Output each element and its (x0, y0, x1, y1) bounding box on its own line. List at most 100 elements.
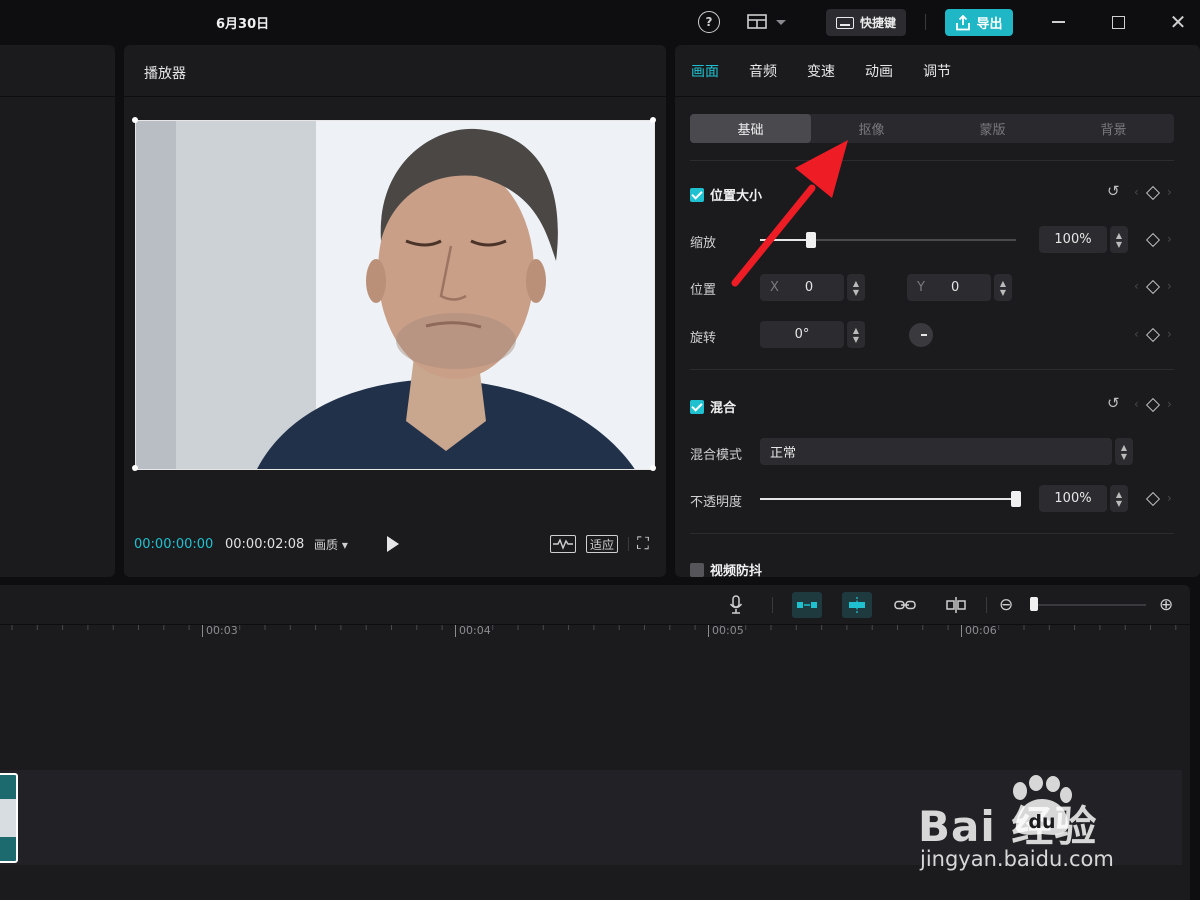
ruler-label: 00:04 (455, 625, 491, 637)
waveform-icon[interactable] (550, 535, 576, 553)
ruler-label: 00:05 (708, 625, 744, 637)
step-down-icon[interactable]: ▼ (1000, 288, 1006, 297)
position-x-stepper[interactable]: ▲ ▼ (847, 274, 865, 301)
zoom-slider[interactable] (1032, 604, 1146, 606)
zoom-slider-handle[interactable] (1030, 597, 1038, 611)
blend-section[interactable]: 混合 (690, 397, 736, 416)
position-size-section[interactable]: 位置大小 (690, 185, 762, 204)
subtab-mask[interactable]: 蒙版 (932, 114, 1053, 143)
blend-mode-select[interactable]: 正常 (760, 438, 1112, 465)
opacity-input[interactable]: 100% (1039, 485, 1107, 512)
blend-mode-stepper[interactable]: ▲ ▼ (1115, 438, 1133, 465)
reset-icon[interactable]: ↺ (1107, 182, 1120, 200)
crop-handle[interactable] (650, 117, 656, 123)
maximize-button[interactable] (1106, 10, 1130, 34)
keyframe-icon[interactable] (1145, 279, 1161, 295)
tab-animation[interactable]: 动画 (865, 61, 893, 81)
position-size-checkbox[interactable] (690, 187, 704, 202)
ruler-label: 00:03 (202, 625, 238, 637)
next-keyframe-icon[interactable]: › (1167, 397, 1172, 411)
next-keyframe-icon[interactable]: › (1167, 232, 1172, 246)
step-down-icon[interactable]: ▼ (853, 288, 859, 297)
stabilize-checkbox[interactable] (690, 562, 704, 577)
keyframe-icon[interactable] (1145, 491, 1161, 507)
timeline-ruler[interactable]: 00:03 00:04 00:05 00:06 (0, 625, 1190, 641)
ruler-label: 00:06 (961, 625, 997, 637)
rotate-stepper[interactable]: ▲ ▼ (847, 321, 865, 348)
step-up-icon[interactable]: ▲ (853, 279, 859, 288)
help-icon[interactable]: ? (698, 11, 720, 33)
crop-handle[interactable] (650, 465, 656, 471)
step-up-icon[interactable]: ▲ (853, 326, 859, 335)
rotate-dial[interactable] (909, 323, 933, 347)
close-icon[interactable]: ✕ (1166, 10, 1190, 34)
prev-keyframe-icon[interactable]: ‹ (1134, 397, 1139, 411)
reset-icon[interactable]: ↺ (1107, 394, 1120, 412)
video-clip[interactable] (0, 773, 18, 863)
export-icon (956, 14, 971, 30)
play-icon[interactable] (387, 536, 399, 552)
microphone-icon[interactable] (726, 592, 746, 618)
section-divider (690, 160, 1174, 161)
next-keyframe-icon[interactable]: › (1167, 185, 1172, 199)
scale-slider-fill (760, 239, 812, 241)
fullscreen-icon[interactable]: ⛶ (637, 534, 649, 554)
export-button[interactable]: 导出 (945, 9, 1013, 36)
blend-checkbox[interactable] (690, 399, 704, 414)
video-preview[interactable] (135, 120, 655, 470)
scale-slider-handle[interactable] (806, 232, 817, 248)
step-down-icon[interactable]: ▼ (1116, 240, 1122, 249)
prev-keyframe-icon[interactable]: ‹ (1134, 327, 1139, 341)
y-label: Y (917, 280, 925, 295)
position-x-input[interactable]: X 0 (760, 274, 844, 301)
inspector-tabs: 画面 音频 变速 动画 调节 (675, 45, 1200, 97)
scale-stepper[interactable]: ▲ ▼ (1110, 226, 1128, 253)
subtab-basic[interactable]: 基础 (690, 114, 811, 143)
subtab-cutout[interactable]: 抠像 (811, 114, 932, 143)
current-timecode: 00:00:00:00 (134, 536, 214, 552)
fit-button[interactable]: 适应 (586, 535, 618, 553)
opacity-stepper[interactable]: ▲ ▼ (1110, 485, 1128, 512)
keyframe-icon[interactable] (1145, 232, 1161, 248)
tab-speed[interactable]: 变速 (807, 61, 835, 81)
step-up-icon[interactable]: ▲ (1121, 443, 1127, 452)
scale-input[interactable]: 100% (1039, 226, 1107, 253)
crop-handle[interactable] (132, 465, 138, 471)
prev-keyframe-icon[interactable]: ‹ (1134, 279, 1139, 293)
tab-adjust[interactable]: 调节 (923, 61, 951, 81)
watermark-du: du (1028, 811, 1055, 833)
tab-audio[interactable]: 音频 (749, 61, 777, 81)
next-keyframe-icon[interactable]: › (1167, 327, 1172, 341)
tab-picture[interactable]: 画面 (691, 61, 719, 81)
step-down-icon[interactable]: ▼ (853, 335, 859, 344)
snap-icon[interactable] (842, 592, 872, 618)
keyframe-icon[interactable] (1145, 397, 1161, 413)
main-track-magnet-icon[interactable] (792, 592, 822, 618)
step-up-icon[interactable]: ▲ (1116, 231, 1122, 240)
next-keyframe-icon[interactable]: › (1167, 279, 1172, 293)
position-y-input[interactable]: Y 0 (907, 274, 991, 301)
opacity-slider-handle[interactable] (1011, 491, 1021, 507)
split-preview-icon[interactable] (944, 592, 968, 618)
position-y-stepper[interactable]: ▲ ▼ (994, 274, 1012, 301)
zoom-out-icon[interactable]: ⊖ (999, 592, 1013, 618)
next-keyframe-icon[interactable]: › (1167, 491, 1172, 505)
opacity-slider-fill (760, 498, 1016, 500)
layout-switch-button[interactable] (746, 12, 790, 32)
step-up-icon[interactable]: ▲ (1000, 279, 1006, 288)
rotate-input[interactable]: 0° (760, 321, 844, 348)
quality-dropdown[interactable]: 画质 ▾ (314, 536, 348, 553)
keyframe-icon[interactable] (1145, 185, 1161, 201)
step-down-icon[interactable]: ▼ (1121, 452, 1127, 461)
prev-keyframe-icon[interactable]: ‹ (1134, 185, 1139, 199)
minimize-button[interactable] (1046, 10, 1070, 34)
keyframe-icon[interactable] (1145, 327, 1161, 343)
zoom-in-icon[interactable]: ⊕ (1159, 592, 1173, 618)
stabilize-section[interactable]: 视频防抖 (690, 560, 762, 577)
shortcut-button[interactable]: 快捷键 (826, 9, 906, 36)
step-down-icon[interactable]: ▼ (1116, 499, 1122, 508)
step-up-icon[interactable]: ▲ (1116, 490, 1122, 499)
link-icon[interactable] (892, 592, 918, 618)
crop-handle[interactable] (132, 117, 138, 123)
subtab-background[interactable]: 背景 (1053, 114, 1174, 143)
